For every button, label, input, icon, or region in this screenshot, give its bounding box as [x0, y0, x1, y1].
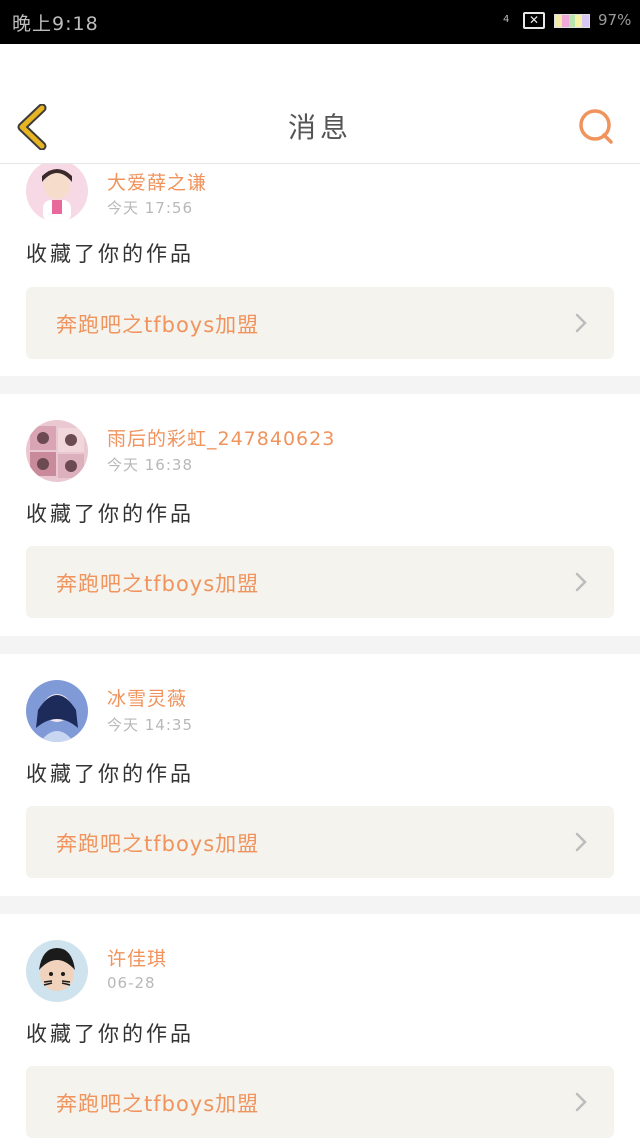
user-name[interactable]: 大爱薛之谦	[107, 168, 207, 195]
status-bar: 晚上9:18 4 ✕ 97%	[0, 0, 640, 44]
action-text: 收藏了你的作品	[26, 762, 194, 786]
work-link[interactable]: 奔跑吧之tfboys加盟	[26, 287, 614, 359]
message-card: 雨后的彩虹_247840623 今天 16:38 收藏了你的作品 奔跑吧之tfb…	[0, 394, 640, 636]
message-time: 今天 14:35	[107, 716, 193, 734]
work-link[interactable]: 奔跑吧之tfboys加盟	[26, 546, 614, 618]
message-time: 今天 17:56	[107, 199, 193, 217]
search-button[interactable]	[576, 106, 616, 146]
work-title: 奔跑吧之tfboys加盟	[56, 832, 260, 856]
message-time: 06-28	[107, 974, 156, 992]
work-link[interactable]: 奔跑吧之tfboys加盟	[26, 1066, 614, 1138]
signal-icon: 4	[503, 14, 510, 25]
chevron-right-icon	[575, 313, 587, 333]
battery-icon	[554, 14, 590, 28]
divider	[0, 896, 640, 914]
message-card: 许佳琪 06-28 收藏了你的作品 奔跑吧之tfboys加盟	[0, 914, 640, 1138]
search-icon	[579, 109, 613, 144]
message-card: 大爱薛之谦 今天 17:56 收藏了你的作品 奔跑吧之tfboys加盟	[0, 164, 640, 376]
message-time: 今天 16:38	[107, 456, 193, 474]
divider	[0, 636, 640, 654]
message-list[interactable]: 大爱薛之谦 今天 17:56 收藏了你的作品 奔跑吧之tfboys加盟 雨后的彩…	[0, 164, 640, 1138]
avatar[interactable]	[26, 680, 88, 742]
work-link[interactable]: 奔跑吧之tfboys加盟	[26, 806, 614, 878]
action-text: 收藏了你的作品	[26, 242, 194, 266]
action-text: 收藏了你的作品	[26, 502, 194, 526]
chevron-right-icon	[575, 1092, 587, 1112]
user-name[interactable]: 冰雪灵薇	[107, 684, 187, 711]
avatar[interactable]	[26, 164, 88, 222]
page-title: 消息	[287, 111, 352, 144]
work-title: 奔跑吧之tfboys加盟	[56, 572, 260, 596]
user-name[interactable]: 许佳琪	[107, 944, 167, 971]
action-text: 收藏了你的作品	[26, 1022, 194, 1046]
close-box-icon: ✕	[523, 12, 545, 29]
battery-percent: 97%	[598, 11, 632, 29]
work-title: 奔跑吧之tfboys加盟	[56, 313, 260, 337]
avatar[interactable]	[26, 420, 88, 482]
avatar[interactable]	[26, 940, 88, 1002]
divider	[0, 376, 640, 394]
nav-bar: 消息	[0, 44, 640, 164]
user-name[interactable]: 雨后的彩虹_247840623	[107, 424, 335, 451]
chevron-right-icon	[575, 832, 587, 852]
work-title: 奔跑吧之tfboys加盟	[56, 1092, 260, 1116]
message-card: 冰雪灵薇 今天 14:35 收藏了你的作品 奔跑吧之tfboys加盟	[0, 654, 640, 896]
status-time: 晚上9:18	[12, 13, 99, 35]
chevron-right-icon	[575, 572, 587, 592]
